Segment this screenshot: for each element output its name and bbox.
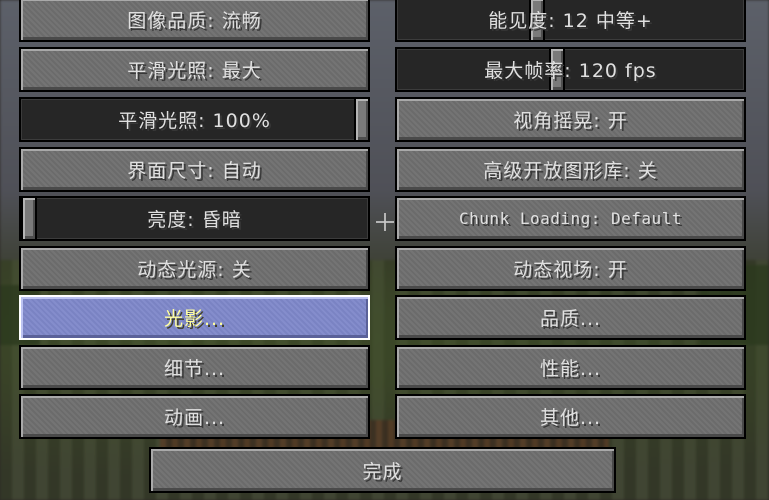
other-button[interactable]: 其他... xyxy=(395,394,746,439)
view-bobbing-button[interactable]: 视角摇晃: 开 xyxy=(395,97,746,142)
dynamic-fov-label: 动态视场: 开 xyxy=(513,259,628,281)
slider-knob[interactable] xyxy=(354,97,370,142)
done-label: 完成 xyxy=(362,460,403,483)
dynamic-lights-button[interactable]: 动态光源: 关 xyxy=(19,246,370,291)
animations-button[interactable]: 动画... xyxy=(19,394,370,439)
performance-button[interactable]: 性能... xyxy=(395,345,746,390)
performance-label: 性能... xyxy=(539,358,602,380)
animations-label: 动画... xyxy=(163,407,226,429)
render-distance-slider[interactable]: 能见度: 12 中等+ xyxy=(395,0,746,42)
smooth-lighting-level-slider[interactable]: 平滑光照: 100% xyxy=(19,97,370,142)
quality-button[interactable]: 品质... xyxy=(395,295,746,340)
brightness-label: 亮度: 昏暗 xyxy=(147,209,242,231)
smooth-lighting-label: 平滑光照: 最大 xyxy=(127,60,262,82)
shaders-button[interactable]: 光影... xyxy=(19,295,370,340)
advanced-opengl-label: 高级开放图形库: 关 xyxy=(483,160,658,182)
graphics-label: 图像品质: 流畅 xyxy=(127,10,262,32)
done-button[interactable]: 完成 xyxy=(149,447,616,493)
chunk-loading-button[interactable]: Chunk Loading: Default xyxy=(395,196,746,241)
max-framerate-label: 最大帧率: 120 fps xyxy=(484,60,657,82)
details-button[interactable]: 细节... xyxy=(19,345,370,390)
details-label: 细节... xyxy=(163,358,226,380)
shaders-label: 光影... xyxy=(163,308,226,330)
graphics-button[interactable]: 图像品质: 流畅 xyxy=(19,0,370,42)
brightness-slider[interactable]: 亮度: 昏暗 xyxy=(19,196,370,241)
advanced-opengl-button[interactable]: 高级开放图形库: 关 xyxy=(395,147,746,192)
smooth-lighting-level-label: 平滑光照: 100% xyxy=(118,110,271,132)
gui-scale-label: 界面尺寸: 自动 xyxy=(127,160,262,182)
crosshair-icon xyxy=(376,213,394,231)
dynamic-lights-label: 动态光源: 关 xyxy=(137,259,252,281)
gui-scale-button[interactable]: 界面尺寸: 自动 xyxy=(19,147,370,192)
chunk-loading-label: Chunk Loading: Default xyxy=(459,209,682,228)
slider-knob[interactable] xyxy=(21,196,37,241)
dynamic-fov-button[interactable]: 动态视场: 开 xyxy=(395,246,746,291)
view-bobbing-label: 视角摇晃: 开 xyxy=(513,110,628,132)
max-framerate-slider[interactable]: 最大帧率: 120 fps xyxy=(395,47,746,92)
other-label: 其他... xyxy=(539,407,602,429)
quality-label: 品质... xyxy=(539,308,602,330)
smooth-lighting-button[interactable]: 平滑光照: 最大 xyxy=(19,47,370,92)
render-distance-label: 能见度: 12 中等+ xyxy=(488,10,653,32)
